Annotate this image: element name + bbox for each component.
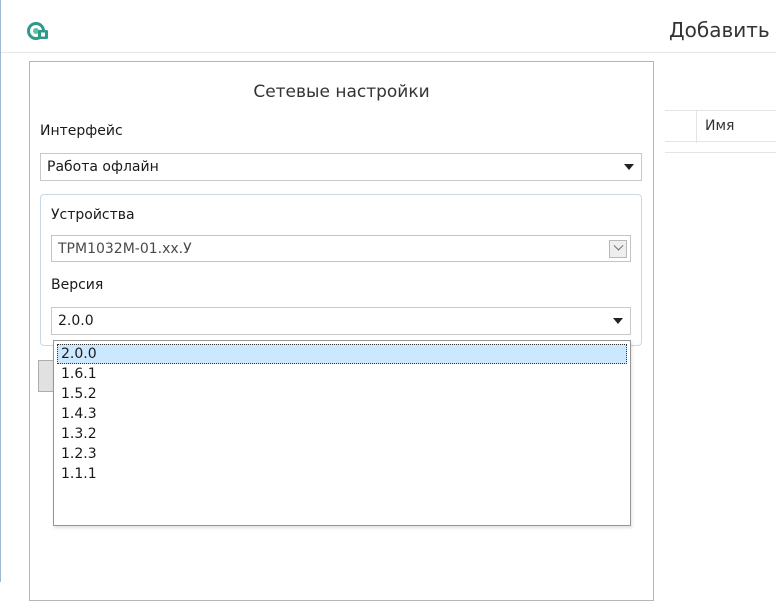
interface-select[interactable]: Работа офлайн — [40, 153, 642, 181]
title-bar: Добавить — [1, 0, 776, 53]
version-label: Версия — [51, 277, 104, 293]
column-divider — [696, 111, 697, 143]
device-select[interactable]: ТРМ1032М-01.xx.У — [51, 235, 631, 262]
version-option-1[interactable]: 1.6.1 — [57, 364, 627, 384]
version-option-5[interactable]: 1.2.3 — [57, 444, 627, 464]
devices-table: Имя — [665, 110, 776, 153]
devices-label: Устройства — [51, 207, 135, 223]
version-option-3[interactable]: 1.4.3 — [57, 404, 627, 424]
table-header: Имя — [665, 110, 776, 143]
chevron-down-icon — [609, 239, 627, 258]
panel-title: Сетевые настройки — [253, 82, 430, 102]
device-select-value: ТРМ1032М-01.xx.У — [58, 240, 192, 257]
version-option-2[interactable]: 1.5.2 — [57, 384, 627, 404]
version-option-0[interactable]: 2.0.0 — [57, 344, 627, 364]
app-logo-icon — [27, 22, 48, 40]
window-title: Добавить — [669, 18, 770, 42]
triangle-down-icon — [606, 308, 630, 334]
table-row — [665, 142, 776, 153]
version-option-6[interactable]: 1.1.1 — [57, 464, 627, 484]
version-select-value: 2.0.0 — [58, 313, 94, 329]
version-select[interactable]: 2.0.0 — [51, 307, 631, 335]
version-option-4[interactable]: 1.3.2 — [57, 424, 627, 444]
devices-group: Устройства ТРМ1032М-01.xx.У Версия 2.0.0 — [40, 194, 642, 346]
app-window: Добавить Сетевые настройки Интерфейс Раб… — [0, 0, 776, 601]
hidden-button-edge[interactable] — [38, 360, 54, 392]
interface-select-value: Работа офлайн — [47, 159, 159, 175]
interface-label: Интерфейс — [40, 123, 123, 139]
column-header-name[interactable]: Имя — [705, 118, 734, 134]
triangle-down-icon — [617, 154, 641, 180]
version-dropdown-list: 2.0.0 1.6.1 1.5.2 1.4.3 1.3.2 1.2.3 1.1.… — [53, 340, 631, 526]
